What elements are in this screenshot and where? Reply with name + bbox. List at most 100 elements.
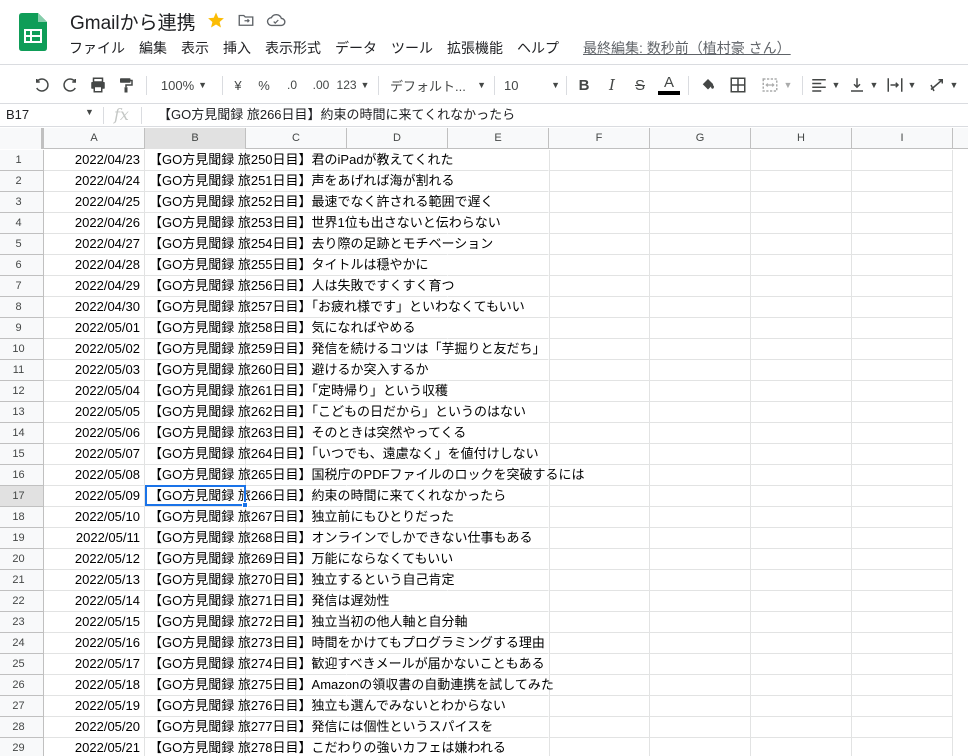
empty-cell[interactable]	[650, 654, 751, 675]
row-header[interactable]: 13	[0, 402, 44, 423]
column-header-c[interactable]: C	[246, 128, 347, 149]
row-header[interactable]: 20	[0, 549, 44, 570]
date-cell[interactable]: 2022/04/26	[44, 213, 145, 234]
date-cell[interactable]: 2022/05/09	[44, 486, 145, 507]
empty-cell[interactable]	[751, 612, 852, 633]
empty-cell[interactable]	[549, 612, 650, 633]
title-cell[interactable]: 【GO方見聞録 旅259日目】発信を続けるコツは「芋掘りと友だち」	[145, 339, 546, 360]
empty-cell[interactable]	[549, 213, 650, 234]
empty-cell[interactable]	[852, 297, 953, 318]
empty-cell[interactable]	[852, 402, 953, 423]
empty-cell[interactable]	[852, 738, 953, 756]
title-cell[interactable]: 【GO方見聞録 旅267日目】独立前にもひとりだった	[145, 507, 454, 528]
empty-cell[interactable]	[751, 570, 852, 591]
empty-cell[interactable]	[549, 192, 650, 213]
empty-cell[interactable]	[852, 549, 953, 570]
title-cell[interactable]: 【GO方見聞録 旅261日目】「定時帰り」という収穫	[145, 381, 448, 402]
empty-cell[interactable]	[852, 591, 953, 612]
date-cell[interactable]: 2022/04/27	[44, 234, 145, 255]
menu-view[interactable]: 表示	[174, 37, 216, 59]
empty-cell[interactable]	[650, 675, 751, 696]
empty-cell[interactable]	[852, 213, 953, 234]
date-cell[interactable]: 2022/04/24	[44, 171, 145, 192]
empty-cell[interactable]	[650, 507, 751, 528]
title-cell[interactable]: 【GO方見聞録 旅262日目】「こどもの日だから」というのはない	[145, 402, 526, 423]
empty-cell[interactable]	[549, 507, 650, 528]
star-icon[interactable]	[206, 10, 226, 30]
date-cell[interactable]: 2022/04/23	[44, 150, 145, 171]
row-header[interactable]: 27	[0, 696, 44, 717]
title-cell[interactable]: 【GO方見聞録 旅278日目】こだわりの強いカフェは嫌われる	[145, 738, 506, 756]
empty-cell[interactable]	[549, 381, 650, 402]
title-cell[interactable]: 【GO方見聞録 旅258日目】気になればやめる	[145, 318, 416, 339]
title-cell[interactable]: 【GO方見聞録 旅265日目】国税庁のPDFファイルのロックを突破するには	[145, 465, 585, 486]
date-cell[interactable]: 2022/05/04	[44, 381, 145, 402]
date-cell[interactable]: 2022/05/21	[44, 738, 145, 756]
date-cell[interactable]: 2022/04/28	[44, 255, 145, 276]
empty-cell[interactable]	[650, 486, 751, 507]
italic-button[interactable]: I	[602, 72, 622, 98]
empty-cell[interactable]	[549, 297, 650, 318]
row-header[interactable]: 4	[0, 213, 44, 234]
redo-icon[interactable]	[58, 72, 82, 98]
row-header[interactable]: 7	[0, 276, 44, 297]
empty-cell[interactable]	[448, 381, 549, 402]
empty-cell[interactable]	[650, 465, 751, 486]
empty-cell[interactable]	[650, 360, 751, 381]
empty-cell[interactable]	[751, 696, 852, 717]
row-header[interactable]: 16	[0, 465, 44, 486]
title-cell[interactable]: 【GO方見聞録 旅277日目】発信には個性というスパイスを	[145, 717, 493, 738]
empty-cell[interactable]	[852, 528, 953, 549]
empty-cell[interactable]	[650, 423, 751, 444]
title-cell[interactable]: 【GO方見聞録 旅263日目】そのときは突然やってくる	[145, 423, 466, 444]
empty-cell[interactable]	[448, 255, 549, 276]
title-cell[interactable]: 【GO方見聞録 旅275日目】Amazonの領収書の自動連携を試してみた	[145, 675, 554, 696]
menu-data[interactable]: データ	[328, 37, 384, 59]
empty-cell[interactable]	[650, 255, 751, 276]
row-header[interactable]: 21	[0, 570, 44, 591]
empty-cell[interactable]	[448, 171, 549, 192]
row-header[interactable]: 24	[0, 633, 44, 654]
row-header[interactable]: 11	[0, 360, 44, 381]
date-cell[interactable]: 2022/04/25	[44, 192, 145, 213]
empty-cell[interactable]	[650, 276, 751, 297]
empty-cell[interactable]	[852, 654, 953, 675]
formula-input[interactable]: 【GO方見聞録 旅266日目】約束の時間に来てくれなかったら	[158, 104, 515, 126]
empty-cell[interactable]	[751, 402, 852, 423]
empty-cell[interactable]	[751, 528, 852, 549]
empty-cell[interactable]	[650, 570, 751, 591]
currency-format-button[interactable]: ¥	[228, 72, 248, 98]
date-cell[interactable]: 2022/05/15	[44, 612, 145, 633]
font-size-select[interactable]: 10 ▼	[504, 72, 560, 98]
title-cell[interactable]: 【GO方見聞録 旅254日目】去り際の足跡とモチベーション	[145, 234, 493, 255]
decimal-increase-button[interactable]: .00	[308, 72, 334, 98]
date-cell[interactable]: 2022/04/30	[44, 297, 145, 318]
row-header[interactable]: 1	[0, 150, 44, 171]
zoom-select[interactable]: 100% ▼	[154, 72, 214, 98]
date-cell[interactable]: 2022/05/01	[44, 318, 145, 339]
paint-format-icon[interactable]	[114, 72, 138, 98]
chevron-down-icon[interactable]: ▼	[85, 107, 94, 117]
row-header[interactable]: 15	[0, 444, 44, 465]
title-cell[interactable]: 【GO方見聞録 旅270日目】独立するという自己肯定	[145, 570, 455, 591]
title-cell[interactable]: 【GO方見聞録 旅260日目】避けるか突入するか	[145, 360, 429, 381]
date-cell[interactable]: 2022/05/14	[44, 591, 145, 612]
empty-cell[interactable]	[650, 633, 751, 654]
empty-cell[interactable]	[549, 738, 650, 756]
select-all-corner[interactable]	[0, 128, 44, 149]
row-header[interactable]: 3	[0, 192, 44, 213]
title-cell[interactable]: 【GO方見聞録 旅264日目】「いつでも、遠慮なく」を値付けしない	[145, 444, 539, 465]
row-header[interactable]: 22	[0, 591, 44, 612]
empty-cell[interactable]	[650, 612, 751, 633]
empty-cell[interactable]	[751, 318, 852, 339]
empty-cell[interactable]	[751, 549, 852, 570]
empty-cell[interactable]	[448, 507, 549, 528]
row-header[interactable]: 29	[0, 738, 44, 756]
date-cell[interactable]: 2022/05/03	[44, 360, 145, 381]
empty-cell[interactable]	[852, 192, 953, 213]
date-cell[interactable]: 2022/05/18	[44, 675, 145, 696]
borders-icon[interactable]	[726, 72, 750, 98]
column-header-g[interactable]: G	[650, 128, 751, 149]
row-header[interactable]: 17	[0, 486, 44, 507]
more-formats-select[interactable]: 123 ▼	[336, 72, 370, 98]
